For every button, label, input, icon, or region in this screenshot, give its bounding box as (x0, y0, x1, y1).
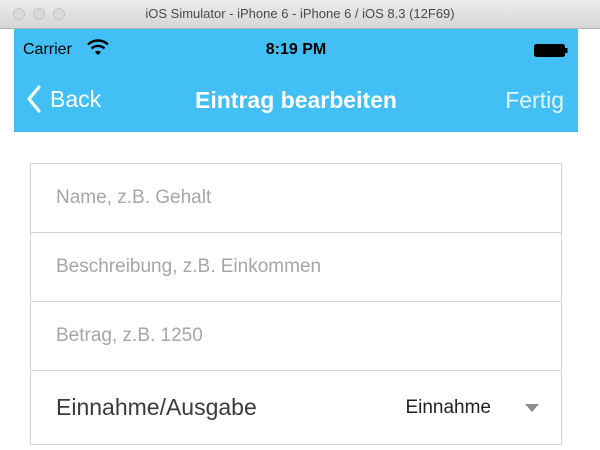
status-bar: Carrier 8:19 PM (14, 29, 578, 69)
description-row (31, 233, 561, 302)
device-screen: Carrier 8:19 PM Back Eintrag bearbeiten … (14, 29, 578, 450)
status-time: 8:19 PM (265, 41, 327, 58)
name-row (31, 164, 561, 233)
window-title: iOS Simulator - iPhone 6 - iPhone 6 / iO… (145, 6, 455, 21)
description-field[interactable] (56, 256, 536, 278)
battery-icon (534, 44, 568, 57)
simulator-window: iOS Simulator - iPhone 6 - iPhone 6 / iO… (0, 0, 600, 450)
type-select-control[interactable]: Einnahme (405, 397, 539, 419)
amount-field[interactable] (56, 325, 536, 347)
type-select-value: Einnahme (405, 396, 491, 418)
navigation-bar: Carrier 8:19 PM Back Eintrag bearbeiten … (14, 29, 578, 132)
name-field[interactable] (56, 187, 536, 209)
type-select-label: Einnahme/Ausgabe (56, 394, 257, 420)
window-titlebar: iOS Simulator - iPhone 6 - iPhone 6 / iO… (0, 0, 600, 29)
type-select[interactable]: Einnahme/Ausgabe Einnahme (31, 371, 561, 444)
page-title: Eintrag bearbeiten (195, 87, 397, 113)
amount-row (31, 302, 561, 371)
edit-entry-form: Einnahme/Ausgabe Einnahme (30, 163, 562, 445)
caret-down-icon (525, 403, 539, 412)
done-button[interactable]: Fertig (505, 87, 564, 114)
